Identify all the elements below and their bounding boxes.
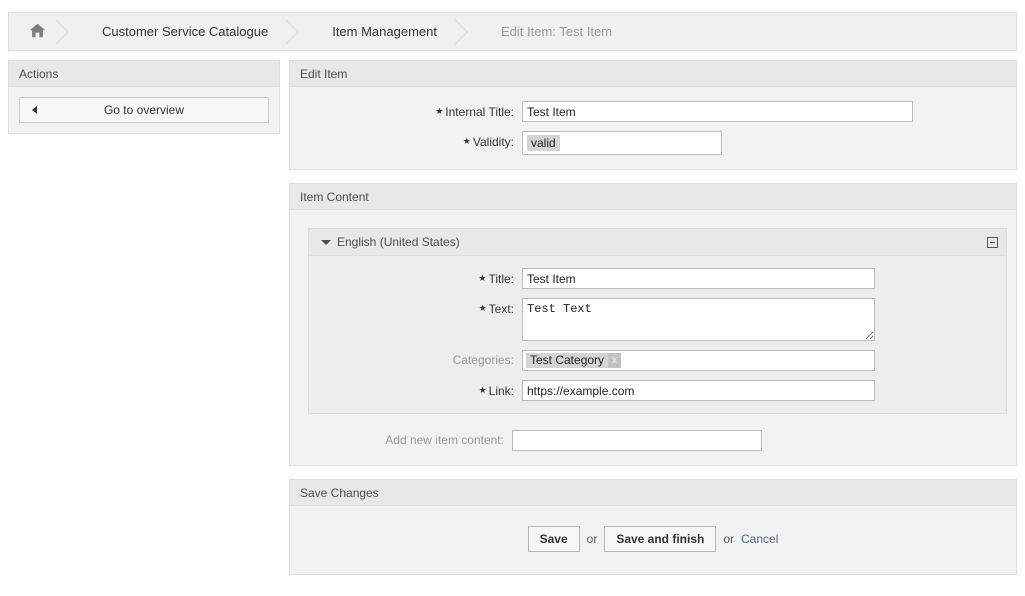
save-and-finish-button[interactable]: Save and finish [604,526,716,552]
breadcrumb-home[interactable] [9,13,54,50]
collapse-minus-icon[interactable] [987,237,998,248]
validity-selected-option: valid [527,135,560,151]
breadcrumb-item-item-management[interactable]: Item Management [310,13,453,50]
breadcrumb-item-label: Customer Service Catalogue [102,24,268,39]
internal-title-input[interactable] [522,101,913,122]
add-new-item-content-input[interactable] [512,430,762,451]
breadcrumb-item-edit-item: Edit Item: Test Item [479,13,628,50]
item-content-body: English (United States) ★Title: [290,210,1016,465]
text-row: ★Text: Test Text [309,298,996,341]
internal-title-row: ★Internal Title: [300,101,1006,122]
language-panel-en-us: English (United States) ★Title: [308,228,1007,414]
save-button[interactable]: Save [528,526,580,552]
edit-item-header: Edit Item [290,61,1016,87]
categories-row: Categories: Test Category x [309,350,996,371]
go-to-overview-button[interactable]: Go to overview [19,97,269,123]
categories-label: Categories: [309,350,522,370]
add-new-item-content-label: Add new item content: [290,430,512,450]
link-label: ★Link: [309,380,522,401]
home-icon [29,23,46,41]
breadcrumb: Customer Service Catalogue Item Manageme… [8,12,1017,51]
category-chip: Test Category x [526,353,621,368]
validity-control: valid [522,131,1006,155]
link-input[interactable] [522,380,875,401]
or-separator: or [723,532,734,546]
language-panel-label: English (United States) [337,235,460,249]
required-marker: ★ [463,136,471,146]
title-control [522,268,996,289]
breadcrumb-separator-3 [453,13,479,50]
item-content-widget: Item Content English (United States) ★Ti… [289,183,1017,466]
internal-title-control [522,101,1006,122]
link-control [522,380,996,401]
go-to-overview-label: Go to overview [104,103,184,117]
required-marker: ★ [435,106,443,116]
language-panel-header[interactable]: English (United States) [309,229,1006,256]
text-textarea[interactable]: Test Text [522,298,875,341]
language-panel-body: ★Title: ★Text: Test Text [309,256,1006,413]
main-content: Edit Item ★Internal Title: ★Validity: va… [289,60,1017,588]
add-new-item-content-control [512,430,1016,451]
categories-control: Test Category x [522,350,996,371]
breadcrumb-item-catalogue[interactable]: Customer Service Catalogue [80,13,284,50]
link-row: ★Link: [309,380,996,401]
validity-row: ★Validity: valid [300,131,1006,155]
actions-header: Actions [9,61,279,87]
breadcrumb-separator-2 [284,13,310,50]
chevron-down-icon [321,240,331,245]
save-changes-body: Save or Save and finish or Cancel [290,506,1016,574]
required-marker: ★ [479,303,487,313]
or-separator: or [587,532,598,546]
title-row: ★Title: [309,268,996,289]
add-new-item-content-row: Add new item content: [290,414,1016,455]
item-content-header: Item Content [290,184,1016,210]
category-chip-label: Test Category [526,353,608,368]
actions-body: Go to overview [9,87,279,133]
category-chip-remove-icon[interactable]: x [608,353,621,368]
text-label: ★Text: [309,298,522,319]
cancel-link[interactable]: Cancel [741,532,778,546]
breadcrumb-item-label: Edit Item: Test Item [501,24,612,39]
breadcrumb-item-label: Item Management [332,24,437,39]
validity-select[interactable]: valid [522,131,722,155]
internal-title-label: ★Internal Title: [300,101,522,122]
validity-label: ★Validity: [300,131,522,152]
required-marker: ★ [478,273,486,283]
title-input[interactable] [522,268,875,289]
categories-input[interactable]: Test Category x [522,350,875,371]
title-label: ★Title: [309,268,522,289]
actions-sidebar: Actions Go to overview [8,60,280,134]
edit-item-body: ★Internal Title: ★Validity: valid [290,87,1016,169]
text-control: Test Text [522,298,996,341]
required-marker: ★ [479,385,487,395]
save-changes-widget: Save Changes Save or Save and finish or … [289,479,1017,575]
chevron-left-icon [32,106,37,114]
save-changes-header: Save Changes [290,480,1016,506]
breadcrumb-separator-1 [54,13,80,50]
edit-item-widget: Edit Item ★Internal Title: ★Validity: va… [289,60,1017,170]
